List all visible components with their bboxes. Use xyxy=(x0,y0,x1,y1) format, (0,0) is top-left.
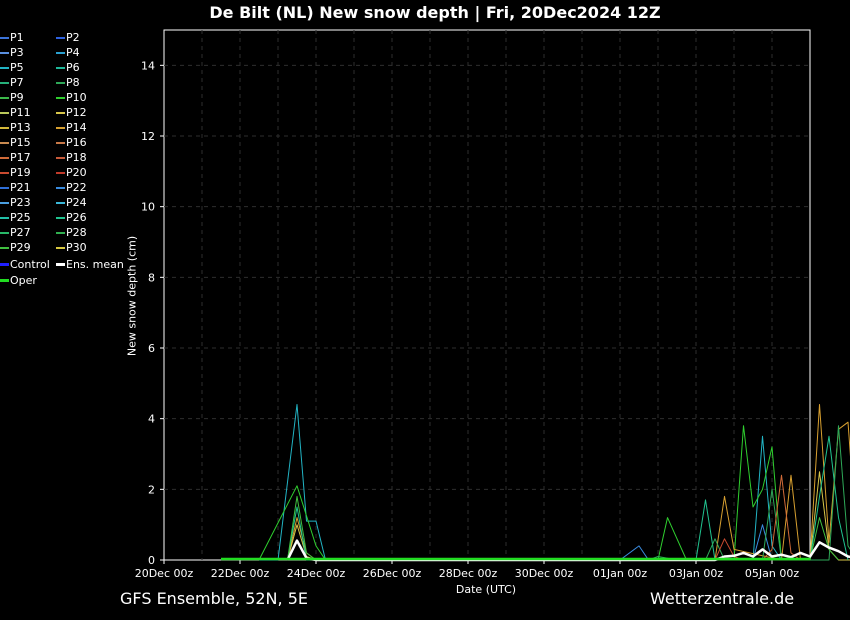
y-tick-label: 6 xyxy=(148,342,155,355)
x-tick-label: 30Dec 00z xyxy=(515,567,574,580)
x-tick-label: 01Jan 00z xyxy=(593,567,647,580)
footer-brand: Wetterzentrale.de xyxy=(650,589,795,608)
y-tick-label: 2 xyxy=(148,483,155,496)
x-tick-label: 05Jan 00z xyxy=(745,567,799,580)
series-line-p5 xyxy=(259,404,782,561)
x-tick-label: 20Dec 00z xyxy=(135,567,194,580)
y-tick-label: 12 xyxy=(141,130,155,143)
chart-root: De Bilt (NL) New snow depth | Fri, 20Dec… xyxy=(0,0,850,620)
x-tick-label: 28Dec 00z xyxy=(439,567,498,580)
y-tick-label: 4 xyxy=(148,413,155,426)
series-line-p10 xyxy=(258,425,810,561)
y-tick-label: 0 xyxy=(148,554,155,567)
y-tick-label: 14 xyxy=(141,59,155,72)
series-line-p12 xyxy=(287,471,850,561)
x-tick-label: 26Dec 00z xyxy=(363,567,422,580)
plot-area: 0 2 4 6 8 10 12 14 20Dec 00z 22Dec 00z 24Dec 00z 26… xyxy=(135,29,850,580)
x-tick-label: 22Dec 00z xyxy=(211,567,270,580)
footer-source: GFS Ensemble, 52N, 5E xyxy=(120,589,308,608)
x-tick-label: 24Dec 00z xyxy=(287,567,346,580)
y-tick-label: 10 xyxy=(141,201,155,214)
y-tick-label: 8 xyxy=(148,271,155,284)
plot-frame xyxy=(163,29,811,561)
x-tick-label: 03Jan 00z xyxy=(669,567,723,580)
